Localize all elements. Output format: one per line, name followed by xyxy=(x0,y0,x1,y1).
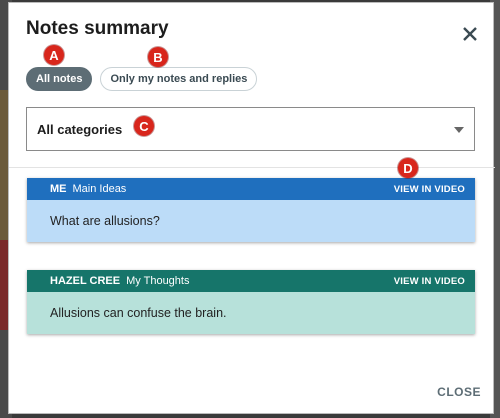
category-select[interactable]: All categories xyxy=(26,107,475,151)
note-header: ME Main Ideas VIEW IN VIDEO xyxy=(27,178,475,200)
annotation-marker-d: D xyxy=(398,158,418,178)
note-card: HAZEL CREE My Thoughts VIEW IN VIDEO All… xyxy=(27,270,475,334)
annotation-marker-b: B xyxy=(148,47,168,67)
annotation-marker-a: A xyxy=(44,45,64,65)
note-text: Allusions can confuse the brain. xyxy=(27,292,475,334)
notes-summary-dialog: Notes summary All notes Only my notes an… xyxy=(8,2,495,414)
note-text: What are allusions? xyxy=(27,200,475,242)
category-select-value: All categories xyxy=(37,121,123,137)
close-icon[interactable] xyxy=(461,25,479,43)
notes-filter-group: All notes Only my notes and replies xyxy=(26,67,258,91)
note-card: ME Main Ideas VIEW IN VIDEO What are all… xyxy=(27,178,475,242)
dialog-title: Notes summary xyxy=(26,18,169,39)
close-button[interactable]: CLOSE xyxy=(437,385,481,399)
chevron-down-icon xyxy=(454,127,464,133)
note-header: HAZEL CREE My Thoughts VIEW IN VIDEO xyxy=(27,270,475,292)
divider xyxy=(9,167,495,168)
filter-all-notes[interactable]: All notes xyxy=(26,67,93,91)
note-author: HAZEL CREE xyxy=(50,275,121,287)
filter-only-my-notes[interactable]: Only my notes and replies xyxy=(100,67,258,91)
annotation-marker-c: C xyxy=(134,116,154,136)
note-author: ME xyxy=(50,183,67,195)
view-in-video-link[interactable]: VIEW IN VIDEO xyxy=(394,184,465,195)
note-category: My Thoughts xyxy=(126,275,190,287)
note-category: Main Ideas xyxy=(72,183,127,195)
view-in-video-link[interactable]: VIEW IN VIDEO xyxy=(394,276,465,287)
